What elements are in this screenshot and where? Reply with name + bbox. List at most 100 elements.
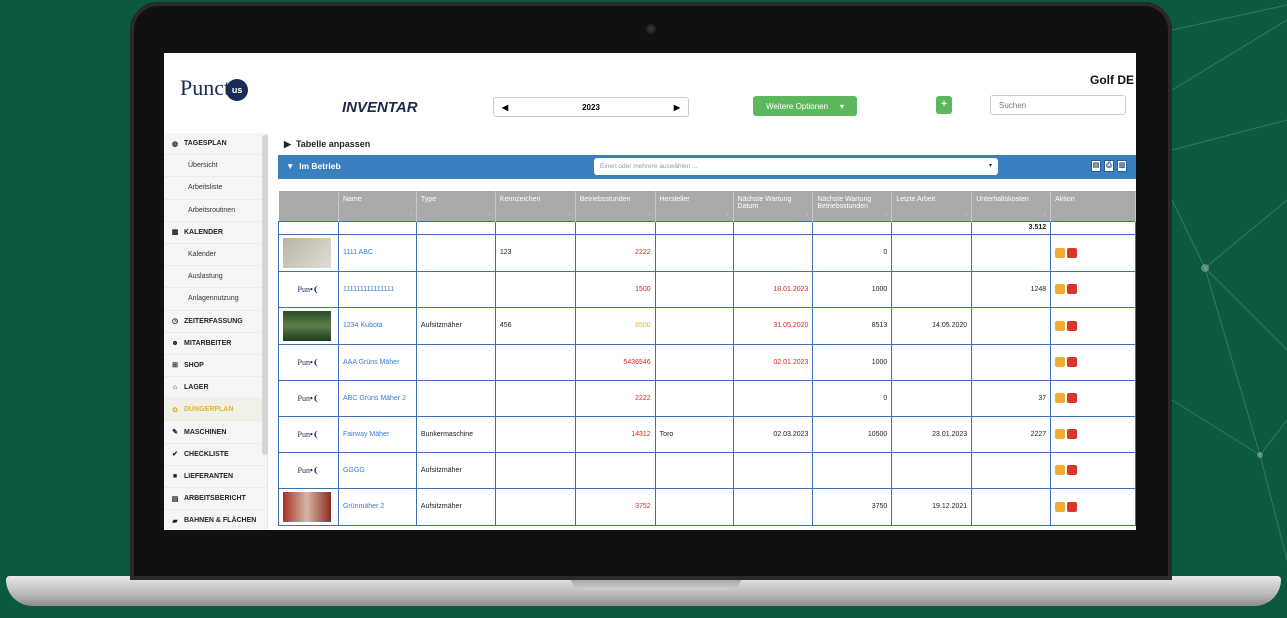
action-cell bbox=[1050, 487, 1136, 526]
column-header-label: Aktion bbox=[1055, 196, 1075, 203]
edit-icon[interactable] bbox=[1055, 320, 1066, 331]
export-pdf-icon[interactable]: ▤ bbox=[1091, 160, 1101, 172]
sidebar-scrollbar[interactable] bbox=[262, 135, 268, 455]
cell-name[interactable]: Fairway Mäher bbox=[337, 415, 417, 453]
edit-icon[interactable] bbox=[1055, 247, 1066, 258]
cell-letzte-arbeit bbox=[891, 343, 973, 381]
sort-icon[interactable]: ⌄ bbox=[488, 211, 492, 217]
cell-type: Aufsitzmäher bbox=[415, 487, 496, 526]
sort-icon[interactable]: ⌄ bbox=[725, 211, 729, 217]
delete-icon[interactable] bbox=[1067, 429, 1078, 439]
delete-icon[interactable] bbox=[1067, 320, 1078, 331]
cell-type: Aufsitzmäher bbox=[415, 306, 496, 345]
column-header[interactable]: Type ⌄ bbox=[416, 191, 496, 221]
sort-icon[interactable]: ⌄ bbox=[884, 211, 888, 217]
sidebar-item-label: Arbeitsliste bbox=[188, 184, 223, 192]
sidebar-item-16[interactable]: ▤ ARBEITSBERICHT bbox=[164, 488, 267, 511]
sidebar-item-2[interactable]: Arbeitsliste bbox=[164, 177, 267, 200]
cell-name[interactable]: 1111 ABC bbox=[337, 233, 417, 272]
sidebar-item-6[interactable]: Auslastung bbox=[164, 266, 267, 289]
sort-icon[interactable]: ⌄ bbox=[568, 211, 572, 217]
sidebar-item-17[interactable]: ▰ BAHNEN & FLÄCHEN bbox=[164, 510, 267, 530]
column-header[interactable]: Unterhaltskosten ⌄ bbox=[971, 191, 1052, 221]
table-row[interactable]: Grünmäher 2 Aufsitzmäher 3752 3750 19.12.202… bbox=[278, 487, 1136, 526]
sort-icon[interactable]: ⌄ bbox=[409, 211, 413, 217]
column-header[interactable]: Name ⌄ bbox=[338, 191, 417, 221]
sidebar-item-4[interactable]: ▦ KALENDER bbox=[164, 222, 267, 244]
sidebar-item-label: BAHNEN & FLÄCHEN bbox=[184, 517, 257, 525]
delete-icon[interactable] bbox=[1067, 465, 1078, 475]
table-row[interactable]: 1111 ABC 123 2222 0 bbox=[278, 233, 1136, 272]
cell-letzte-arbeit bbox=[891, 379, 973, 417]
cell-letzte-arbeit: 23.01.2023 bbox=[891, 415, 973, 453]
customize-table-toggle[interactable]: ▶ Tabelle anpassen bbox=[284, 139, 370, 150]
sidebar-item-8[interactable]: ◷ ZEITERFASSUNG bbox=[164, 311, 267, 333]
export-excel-icon[interactable]: ▥ bbox=[1117, 160, 1127, 172]
table-row[interactable]: Pun•❨ ABC Grüns Mäher 2 2222 0 37 bbox=[278, 379, 1136, 417]
cell-name[interactable]: GGGG bbox=[337, 451, 417, 489]
sidebar-item-label: LIEFERANTEN bbox=[184, 472, 233, 480]
cell-name[interactable]: 111111111111111 bbox=[337, 270, 417, 308]
column-header[interactable]: Kennzeichen ⌄ bbox=[495, 191, 576, 221]
sidebar-item-10[interactable]: ⊞ SHOP bbox=[164, 355, 267, 378]
cell-name[interactable]: 1234 Kubota bbox=[337, 306, 417, 345]
prev-year-icon[interactable]: ◀ bbox=[502, 103, 508, 112]
panel-toggle[interactable]: ▼ Im Betrieb bbox=[286, 161, 341, 171]
more-options-button[interactable]: Weitere Optionen ▾ bbox=[753, 96, 857, 116]
column-header[interactable]: Nächste Wartung Datum ⌄ bbox=[733, 191, 814, 221]
sidebar-item-14[interactable]: ✔ CHECKLISTE bbox=[164, 444, 267, 466]
cell-type: Bunkermaschine bbox=[415, 415, 496, 453]
table-row[interactable]: 1234 Kubota Aufsitzmäher 456 8500 31.05.2020… bbox=[278, 306, 1136, 345]
delete-icon[interactable] bbox=[1067, 393, 1078, 403]
delete-icon[interactable] bbox=[1067, 247, 1078, 258]
edit-icon[interactable] bbox=[1055, 465, 1066, 475]
sidebar-item-0[interactable]: ◍ TAGESPLAN bbox=[164, 133, 267, 156]
sidebar-item-1[interactable]: Übersicht bbox=[164, 155, 267, 178]
table-row[interactable]: Pun•❨ AAA Grüns Mäher 5436546 02.01.2023 100… bbox=[278, 343, 1136, 381]
column-header[interactable]: Nächste Wartung Betriebsstunden ⌄ bbox=[812, 191, 893, 221]
cell-name[interactable]: ABC Grüns Mäher 2 bbox=[337, 379, 417, 417]
sidebar-item-11[interactable]: ⌂ LAGER bbox=[164, 377, 267, 400]
machine-photo[interactable] bbox=[283, 310, 331, 341]
sidebar-item-5[interactable]: Kalender bbox=[164, 244, 267, 267]
status-multiselect[interactable]: Einen oder mehrere auswählen ... ▾ bbox=[594, 158, 998, 175]
cell-name[interactable]: Grünmäher 2 bbox=[337, 487, 417, 526]
edit-icon[interactable] bbox=[1055, 357, 1066, 367]
sort-icon[interactable]: ⌄ bbox=[805, 211, 809, 217]
sidebar-item-label: MITARBEITER bbox=[184, 339, 232, 347]
column-header[interactable]: Hersteller ⌄ bbox=[655, 191, 734, 221]
edit-icon[interactable] bbox=[1055, 284, 1066, 294]
column-header-label: Kennzeichen bbox=[499, 196, 541, 203]
add-button[interactable]: + bbox=[936, 96, 952, 114]
sidebar-item-12[interactable]: ✿ DÜNGERPLAN bbox=[164, 399, 267, 422]
sort-icon[interactable]: ⌄ bbox=[1043, 211, 1047, 217]
table-row[interactable]: Pun•❨ GGGG Aufsitzmäher bbox=[278, 451, 1136, 489]
sidebar-item-7[interactable]: Anlagennutzung bbox=[164, 288, 267, 311]
sort-icon[interactable]: ⌄ bbox=[647, 211, 651, 217]
print-icon[interactable]: ⎙ bbox=[1104, 160, 1114, 172]
delete-icon[interactable] bbox=[1067, 284, 1078, 294]
next-year-icon[interactable]: ▶ bbox=[674, 103, 680, 112]
sidebar-item-13[interactable]: ✎ MASCHINEN bbox=[164, 421, 267, 444]
table-row[interactable]: Pun•❨ Fairway Mäher Bunkermaschine 14312 Tor… bbox=[278, 415, 1136, 453]
machine-photo[interactable] bbox=[283, 237, 331, 268]
edit-icon[interactable] bbox=[1055, 429, 1066, 439]
brand-logo[interactable]: Punct us bbox=[180, 75, 249, 101]
cell-name[interactable]: AAA Grüns Mäher bbox=[337, 343, 417, 381]
table-row[interactable]: Pun•❨ 111111111111111 1500 18.01.2023 1000 12… bbox=[278, 270, 1136, 308]
sort-icon[interactable]: ⌄ bbox=[964, 211, 968, 217]
edit-icon[interactable] bbox=[1055, 501, 1066, 512]
sidebar-item-9[interactable]: ☻ MITARBEITER bbox=[164, 333, 267, 355]
sidebar-item-15[interactable]: ■ LIEFERANTEN bbox=[164, 466, 267, 488]
sidebar-item-3[interactable]: Arbeitsroutinen bbox=[164, 200, 267, 222]
column-header[interactable]: Letzte Arbeit ⌄ bbox=[891, 191, 973, 221]
column-header[interactable]: Betriebsstunden ⌄ bbox=[575, 191, 656, 221]
search-input[interactable] bbox=[990, 95, 1126, 115]
edit-icon[interactable] bbox=[1055, 393, 1066, 403]
machine-photo[interactable] bbox=[283, 491, 331, 522]
cell-betriebsstunden: 14312 bbox=[574, 415, 656, 453]
action-cell bbox=[1050, 233, 1136, 272]
delete-icon[interactable] bbox=[1067, 501, 1078, 512]
column-header-label: Name bbox=[342, 196, 362, 203]
delete-icon[interactable] bbox=[1067, 357, 1078, 367]
